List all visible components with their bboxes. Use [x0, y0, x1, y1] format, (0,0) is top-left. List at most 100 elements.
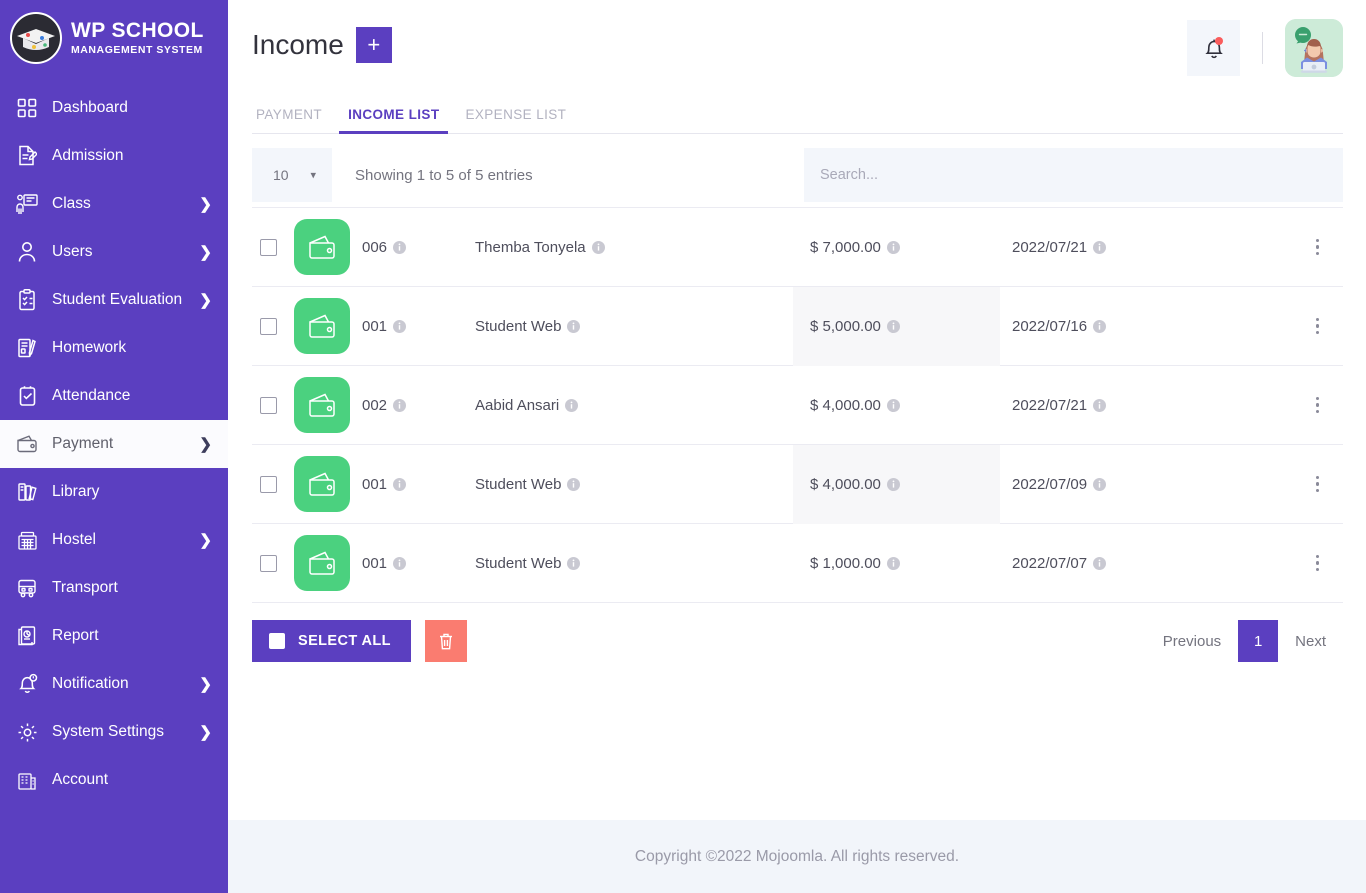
- sidebar-item-admission[interactable]: Admission: [0, 132, 228, 180]
- row-checkbox[interactable]: [260, 396, 277, 414]
- row-id-cell: 001: [362, 476, 475, 493]
- row-checkbox[interactable]: [260, 554, 277, 572]
- info-icon[interactable]: [393, 319, 407, 333]
- row-name-value: Themba Tonyela: [475, 238, 586, 256]
- row-date-value: 2022/07/09: [1012, 475, 1088, 493]
- row-amount-cell: $ 4,000.00: [793, 366, 1000, 445]
- info-icon[interactable]: [567, 319, 581, 333]
- row-actions-menu-button[interactable]: [1272, 554, 1343, 572]
- page-length-control: 10 25 50 100 ▾: [252, 148, 332, 202]
- row-id-value: 006: [362, 238, 388, 256]
- classroom-icon: [14, 191, 40, 217]
- table-row[interactable]: 002 Aabid Ansari $ 4,000.00 2022/07/21: [252, 366, 1343, 445]
- table-row[interactable]: 006 Themba Tonyela $ 7,000.00 2022/07/21: [252, 208, 1343, 287]
- income-table: 006 Themba Tonyela $ 7,000.00 2022/07/21…: [252, 207, 1343, 603]
- sidebar-item-report[interactable]: Report: [0, 612, 228, 660]
- book-pen-icon: [14, 335, 40, 361]
- sidebar-item-transport[interactable]: Transport: [0, 564, 228, 612]
- table-row[interactable]: 001 Student Web $ 4,000.00 2022/07/09: [252, 444, 1343, 524]
- info-icon[interactable]: [1093, 319, 1107, 333]
- check-square-icon: [14, 383, 40, 409]
- info-icon[interactable]: [1093, 240, 1107, 254]
- delete-selected-button[interactable]: [424, 620, 467, 662]
- sidebar-item-class[interactable]: Class ❯: [0, 180, 228, 228]
- info-icon[interactable]: [565, 398, 579, 412]
- sidebar-item-notification[interactable]: Notification ❯: [0, 660, 228, 708]
- topbar: Income +: [228, 0, 1366, 94]
- row-actions-menu-button[interactable]: [1272, 475, 1343, 493]
- row-checkbox-cell: [252, 396, 294, 414]
- row-checkbox-cell: [252, 317, 294, 335]
- info-icon[interactable]: [393, 240, 407, 254]
- user-avatar[interactable]: [1285, 19, 1343, 77]
- pagination-next[interactable]: Next: [1278, 620, 1343, 662]
- row-checkbox[interactable]: [260, 475, 277, 493]
- tab-expense-list[interactable]: EXPENSE LIST: [452, 107, 579, 133]
- row-date-cell: 2022/07/16: [1000, 318, 1272, 335]
- row-date-cell: 2022/07/21: [1000, 397, 1272, 414]
- sidebar-item-users[interactable]: Users ❯: [0, 228, 228, 276]
- wallet-icon: [294, 377, 350, 433]
- sidebar-item-library[interactable]: Library: [0, 468, 228, 516]
- info-icon[interactable]: [567, 477, 581, 491]
- sidebar-item-system-settings[interactable]: System Settings ❯: [0, 708, 228, 756]
- main-area: Income + PAYMENT INCOME LIST EXPENSE LIS…: [228, 0, 1366, 893]
- info-icon[interactable]: [393, 398, 407, 412]
- wallet-icon: [294, 298, 350, 354]
- divider: [1262, 32, 1263, 64]
- tab-income-list[interactable]: INCOME LIST: [335, 107, 452, 134]
- chevron-right-icon: ❯: [199, 436, 212, 453]
- pagination-page-1[interactable]: 1: [1238, 620, 1279, 662]
- info-icon[interactable]: [1093, 556, 1107, 570]
- search-input[interactable]: [804, 148, 1343, 202]
- row-name-value: Student Web: [475, 554, 562, 572]
- row-icon-cell: [294, 298, 362, 354]
- info-icon[interactable]: [567, 556, 581, 570]
- row-checkbox[interactable]: [260, 317, 277, 335]
- sidebar-item-homework[interactable]: Homework: [0, 324, 228, 372]
- info-icon[interactable]: [886, 556, 900, 570]
- notifications-button[interactable]: [1187, 20, 1240, 76]
- tab-payment[interactable]: PAYMENT: [252, 107, 335, 133]
- sidebar-item-student-evaluation[interactable]: Student Evaluation ❯: [0, 276, 228, 324]
- row-checkbox[interactable]: [260, 238, 277, 256]
- sidebar-item-payment[interactable]: Payment ❯: [0, 420, 228, 468]
- add-income-button[interactable]: +: [355, 27, 392, 63]
- row-amount-value: $ 5,000.00: [810, 317, 881, 335]
- sidebar-item-label: Account: [52, 771, 109, 788]
- sidebar-item-attendance[interactable]: Attendance: [0, 372, 228, 420]
- info-icon[interactable]: [886, 398, 900, 412]
- sidebar-item-account[interactable]: Account: [0, 756, 228, 804]
- row-amount-cell: $ 4,000.00: [793, 444, 1000, 524]
- kebab-menu-icon: [1315, 238, 1319, 256]
- sidebar-item-label: Homework: [52, 339, 127, 356]
- row-actions-menu-button[interactable]: [1272, 238, 1343, 256]
- select-all-button[interactable]: SELECT ALL: [252, 620, 411, 662]
- row-amount-value: $ 4,000.00: [810, 475, 881, 493]
- chevron-right-icon: ❯: [199, 676, 212, 693]
- topbar-actions: [1187, 19, 1343, 77]
- page-length-select[interactable]: 10 25 50 100: [267, 167, 317, 183]
- pagination-previous[interactable]: Previous: [1146, 620, 1238, 662]
- info-icon[interactable]: [591, 240, 605, 254]
- info-icon[interactable]: [1093, 477, 1107, 491]
- building-icon: [14, 527, 40, 553]
- brand[interactable]: WP SCHOOL MANAGEMENT SYSTEM: [0, 0, 228, 78]
- sidebar-item-label: Transport: [52, 579, 118, 596]
- sidebar-item-dashboard[interactable]: Dashboard: [0, 84, 228, 132]
- info-icon[interactable]: [886, 240, 900, 254]
- info-icon[interactable]: [393, 477, 407, 491]
- info-icon[interactable]: [886, 319, 900, 333]
- pagination: Previous 1 Next: [1146, 620, 1343, 662]
- row-actions-menu-button[interactable]: [1272, 317, 1343, 335]
- sidebar-item-hostel[interactable]: Hostel ❯: [0, 516, 228, 564]
- table-row[interactable]: 001 Student Web $ 5,000.00 2022/07/16: [252, 286, 1343, 366]
- info-icon[interactable]: [886, 477, 900, 491]
- info-icon[interactable]: [1093, 398, 1107, 412]
- account-building-icon: [14, 767, 40, 793]
- row-id-cell: 001: [362, 318, 475, 335]
- row-actions-menu-button[interactable]: [1272, 396, 1343, 414]
- table-row[interactable]: 001 Student Web $ 1,000.00 2022/07/07: [252, 524, 1343, 603]
- info-icon[interactable]: [393, 556, 407, 570]
- search-control: [804, 148, 1343, 202]
